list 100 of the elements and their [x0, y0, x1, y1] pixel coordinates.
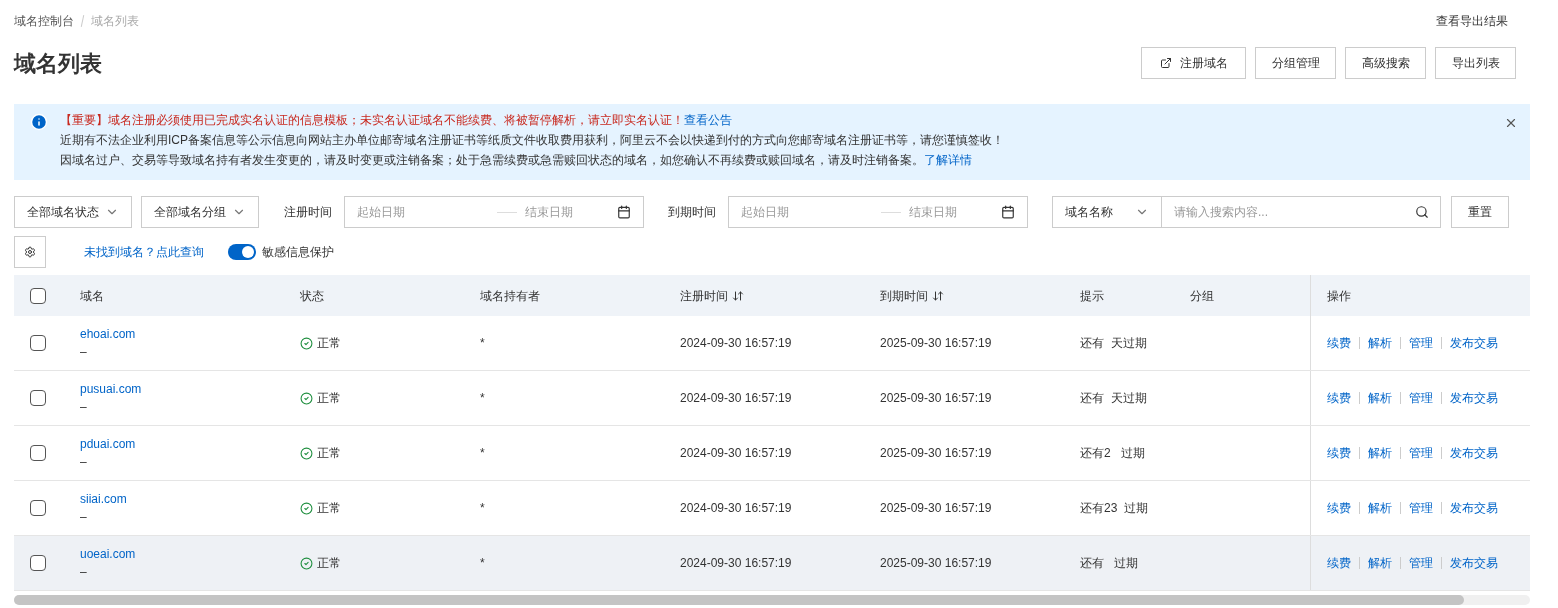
reset-button[interactable]: 重置	[1451, 196, 1509, 228]
sort-icon[interactable]	[932, 289, 944, 302]
checkbox[interactable]	[30, 390, 46, 406]
action-link[interactable]: 续费	[1327, 389, 1351, 407]
checkbox[interactable]	[30, 445, 46, 461]
column-header[interactable]: 注册时间	[680, 286, 744, 305]
close-icon[interactable]	[1504, 116, 1518, 130]
column-header[interactable]: 到期时间	[880, 286, 944, 305]
announcement-link[interactable]: 查看公告	[684, 112, 732, 128]
column-header: 域名	[80, 287, 104, 305]
action-link[interactable]: 发布交易	[1450, 554, 1498, 572]
checkbox[interactable]	[30, 335, 46, 351]
owner-text: *	[480, 446, 485, 460]
check-circle-icon	[300, 446, 313, 460]
domain-remark: –	[80, 564, 88, 581]
date-text: 2024-09-30 16:57:19	[680, 446, 792, 460]
column-header: 提示	[1080, 287, 1104, 305]
check-circle-icon	[300, 391, 313, 405]
start-date-placeholder: 起始日期	[741, 204, 790, 221]
action-link[interactable]: 管理	[1409, 389, 1433, 407]
settings-button[interactable]	[14, 236, 46, 268]
domain-link[interactable]: pusuai.com	[80, 380, 300, 398]
action-link[interactable]: 解析	[1368, 444, 1392, 462]
toolbar-button[interactable]: 分组管理	[1255, 47, 1336, 79]
date-text: 2025-09-30 16:57:19	[880, 501, 992, 515]
calendar-icon	[1001, 205, 1015, 219]
check-circle-icon	[300, 336, 313, 350]
filter-label: 到期时间	[668, 204, 716, 221]
end-date-placeholder: 结束日期	[525, 204, 574, 221]
filter-select[interactable]: 全部域名分组	[141, 196, 259, 228]
status-text: 正常	[317, 390, 341, 407]
action-link[interactable]: 发布交易	[1450, 444, 1498, 462]
domain-link[interactable]: uoeai.com	[80, 545, 300, 563]
breadcrumb-item[interactable]: 域名控制台	[14, 12, 74, 30]
owner-text: *	[480, 391, 485, 405]
important-notice-text: 【重要】域名注册必须使用已完成实名认证的信息模板；未实名认证域名不能续费、将被暂停解析，请立即实名认证！	[60, 112, 684, 128]
domain-link[interactable]: ehoai.com	[80, 325, 300, 343]
date-text: 2024-09-30 16:57:19	[680, 556, 792, 570]
search-field[interactable]: 请输入搜索内容...	[1162, 196, 1441, 228]
hint-text: 还有 天过期	[1080, 336, 1147, 350]
settings-icon	[24, 246, 36, 258]
start-date-placeholder: 起始日期	[357, 204, 406, 221]
status-text: 正常	[317, 555, 341, 572]
owner-text: *	[480, 556, 485, 570]
sort-icon[interactable]	[732, 289, 744, 302]
action-link[interactable]: 解析	[1368, 499, 1392, 517]
check-circle-icon	[300, 556, 313, 570]
learn-more-link[interactable]: 了解详情	[924, 152, 972, 168]
toolbar-button[interactable]: 注册域名	[1141, 47, 1246, 79]
domain-link[interactable]: pduai.com	[80, 435, 300, 453]
action-link[interactable]: 续费	[1327, 554, 1351, 572]
check-circle-icon	[300, 501, 313, 515]
owner-text: *	[480, 501, 485, 515]
notice-text: 近期有不法企业利用ICP备案信息等公示信息向网站主办单位邮寄域名注册证书等纸质文件收取费用获利，阿里云不会以快递到付的方式向您邮寄域名注册证书等，请您谨慎签收！	[60, 132, 1004, 148]
date-text: 2025-09-30 16:57:19	[880, 446, 992, 460]
action-link[interactable]: 管理	[1409, 444, 1433, 462]
action-link[interactable]: 发布交易	[1450, 389, 1498, 407]
action-link[interactable]: 管理	[1409, 334, 1433, 352]
action-link[interactable]: 解析	[1368, 554, 1392, 572]
hint-text: 还有23 过期	[1080, 501, 1148, 515]
domain-link[interactable]: siiai.com	[80, 490, 300, 508]
filter-select[interactable]: 全部域名状态	[14, 196, 132, 228]
action-link[interactable]: 管理	[1409, 499, 1433, 517]
toolbar-button[interactable]: 高级搜索	[1345, 47, 1426, 79]
domain-remark: –	[80, 454, 88, 471]
status-text: 正常	[317, 500, 341, 517]
date-text: 2025-09-30 16:57:19	[880, 336, 992, 350]
action-link[interactable]: 发布交易	[1450, 499, 1498, 517]
search-type-select[interactable]: 域名名称	[1052, 196, 1162, 228]
domain-remark: –	[80, 399, 88, 416]
action-link[interactable]: 续费	[1327, 444, 1351, 462]
toggle-switch[interactable]	[228, 244, 256, 260]
action-link[interactable]: 发布交易	[1450, 334, 1498, 352]
status-text: 正常	[317, 335, 341, 352]
toggle-label: 敏感信息保护	[262, 244, 334, 261]
action-link[interactable]: 解析	[1368, 389, 1392, 407]
toolbar-button[interactable]: 导出列表	[1435, 47, 1516, 79]
breadcrumb-item: 域名列表	[91, 13, 139, 30]
not-found-link[interactable]: 未找到域名？点此查询	[84, 243, 204, 261]
end-date-placeholder: 结束日期	[909, 204, 958, 221]
page-title: 域名列表	[14, 49, 102, 78]
domain-remark: –	[80, 344, 88, 361]
checkbox[interactable]	[30, 555, 46, 571]
info-icon	[30, 113, 48, 131]
search-icon[interactable]	[1415, 205, 1429, 219]
status-text: 正常	[317, 445, 341, 462]
owner-text: *	[480, 336, 485, 350]
export-results-link[interactable]: 查看导出结果	[1436, 12, 1508, 30]
domain-remark: –	[80, 509, 88, 526]
action-link[interactable]: 续费	[1327, 499, 1351, 517]
action-link[interactable]: 管理	[1409, 554, 1433, 572]
action-link[interactable]: 解析	[1368, 334, 1392, 352]
checkbox[interactable]	[30, 287, 46, 304]
horizontal-scrollbar[interactable]	[14, 595, 1530, 605]
date-text: 2024-09-30 16:57:19	[680, 336, 792, 350]
checkbox[interactable]	[30, 500, 46, 516]
action-link[interactable]: 续费	[1327, 334, 1351, 352]
filter-label: 注册时间	[284, 204, 332, 221]
calendar-icon	[617, 205, 631, 219]
column-header: 域名持有者	[480, 287, 540, 305]
